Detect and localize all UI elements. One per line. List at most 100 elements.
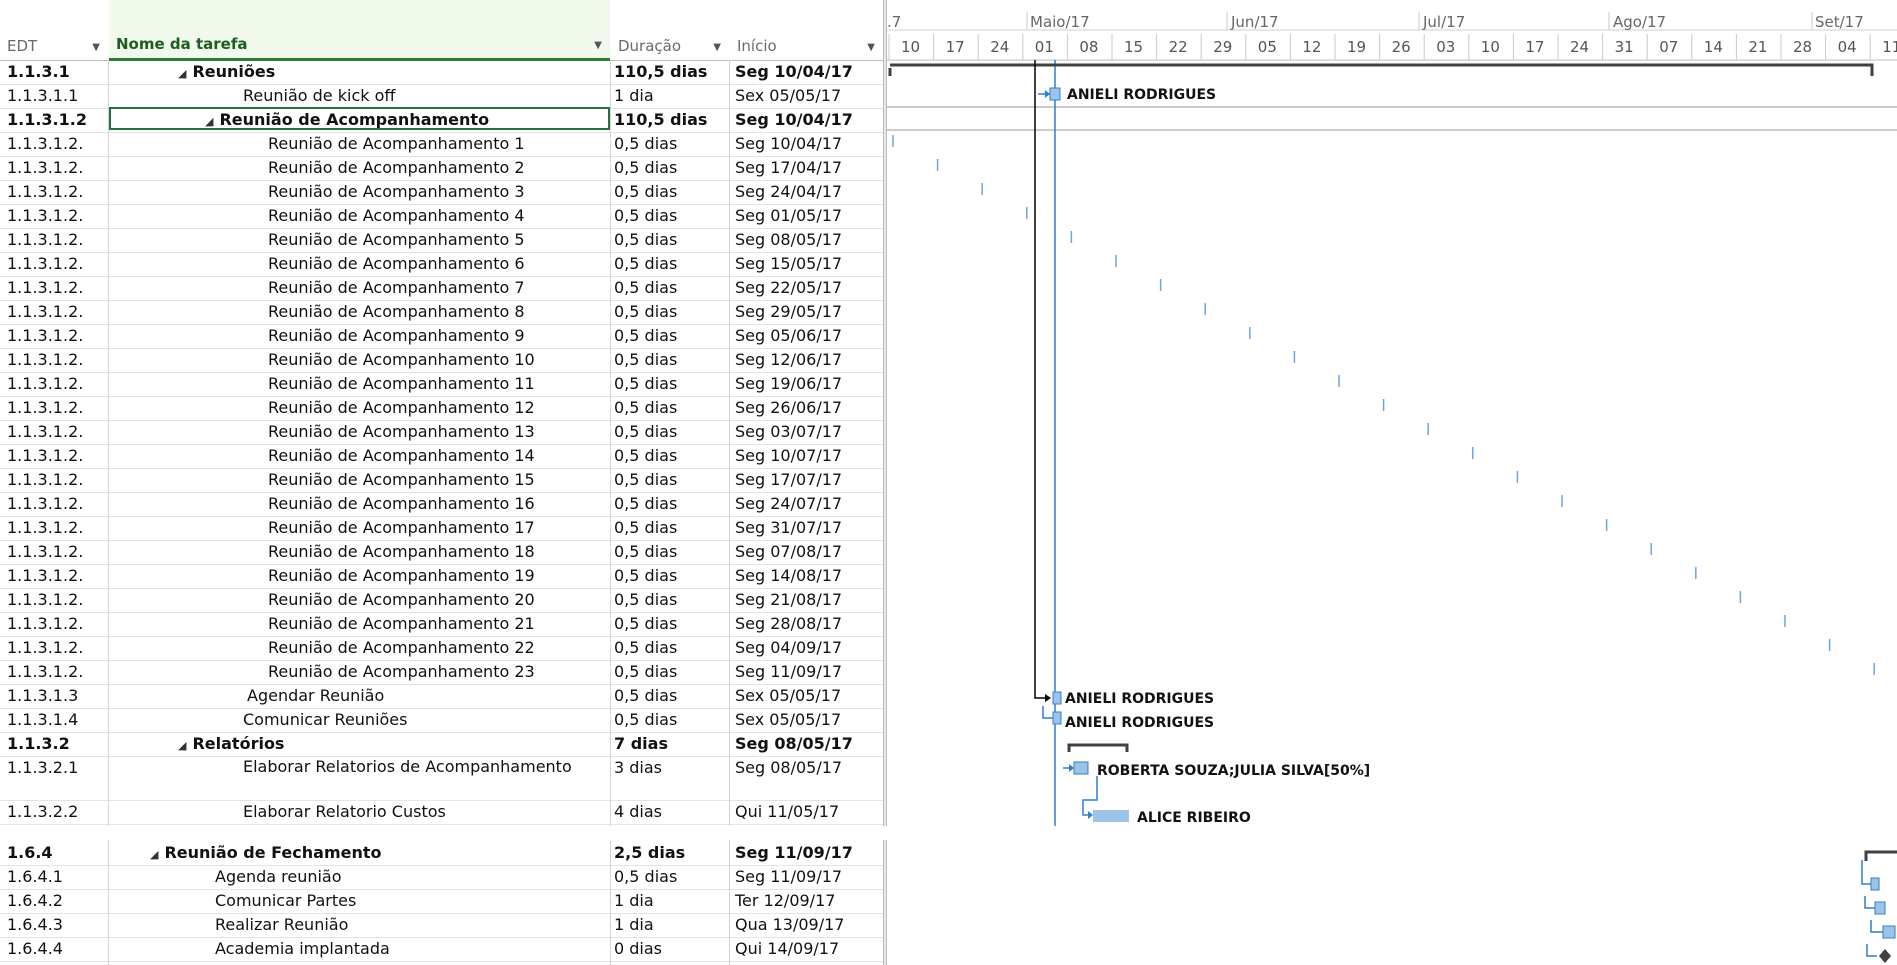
start-cell: Seg 29/05/17 [735,302,843,321]
month-label: Ago/17 [1613,13,1666,31]
edt-cell: 1.1.3.1.2. [7,518,84,537]
task-row[interactable]: 1.1.3.1.2. Reunião de Acompanhamento 20 0,… [0,588,885,613]
summary-bar-reunioes [888,63,1874,76]
duration-cell: 0,5 dias [614,206,678,225]
resource-label-agendar: ANIELI RODRIGUES [1065,691,1214,707]
task-row[interactable]: 1.1.3.1.2. Reunião de Acompanhamento 23 0,… [0,660,885,685]
column-header-nome[interactable]: Nome da tarefa ▼ [109,0,610,61]
task-row[interactable]: 1.1.3.1.3 Agendar Reunião 0,5 dias Sex 05/0… [0,684,885,709]
task-row[interactable]: 1.1.3.1.2. Reunião de Acompanhamento 18 0,… [0,540,885,565]
task-name: Reunião de Acompanhamento 21 [268,614,535,633]
task-row[interactable]: 1.6.4.3 Realizar Reunião 1 dia Qua 13/09/17 [0,913,885,938]
task-row[interactable]: 1.1.3.1.2. Reunião de Acompanhamento 16 0,… [0,492,885,517]
edt-cell: 1.1.3.1.2. [7,350,84,369]
task-row[interactable]: 1.1.3.1.2. Reunião de Acompanhamento 4 0,5… [0,204,885,229]
dropdown-arrow-icon[interactable]: ▼ [713,42,721,53]
task-row[interactable]: 1.1.3.1.2. Reunião de Acompanhamento 12 0,… [0,396,885,421]
task-row[interactable]: 1.1.3.1.2. Reunião de Acompanhamento 11 0,… [0,372,885,397]
edt-cell: 1.1.3.1.2. [7,134,84,153]
dropdown-arrow-icon[interactable]: ▼ [594,40,602,51]
edt-cell: 1.1.3.1.2. [7,398,84,417]
link-arrow [1870,920,1883,933]
edt-cell: 1.6.4.1 [7,867,63,886]
start-cell: Seg 05/06/17 [735,326,843,345]
month-label: Jul/17 [1422,13,1465,31]
dropdown-arrow-icon[interactable]: ▼ [92,42,100,53]
task-row[interactable]: 1.1.3.1 ◢ Reuniões 110,5 dias Seg 10/04/17 [0,60,885,85]
task-row[interactable]: 1.1.3.2.1 Elaborar Relatorios de Acompanh… [0,756,885,801]
duration-cell: 0,5 dias [614,302,678,321]
task-name: Academia implantada [215,939,390,958]
task-row[interactable]: 1.1.3.1.2. Reunião de Acompanhamento 8 0,5… [0,300,885,325]
start-cell: Seg 21/08/17 [735,590,843,609]
task-row[interactable]: 1.1.3.1.4 Comunicar Reuniões 0,5 dias Sex 0… [0,708,885,733]
milestone-diamond-icon [1879,949,1891,963]
task-name-cell: ◢ Reuniões [178,60,668,84]
task-row[interactable]: 1.1.3.1.2. Reunião de Acompanhamento 13 0,… [0,420,885,445]
dependency-line [1034,60,1049,699]
task-row[interactable]: 1.1.3.1.2. Reunião de Acompanhamento 14 0,… [0,444,885,469]
task-row[interactable]: 1.1.3.1.2. Reunião de Acompanhamento 22 0,… [0,636,885,661]
task-name: Reunião de Fechamento [164,843,382,862]
task-name: Realizar Reunião [215,915,349,934]
task-row[interactable]: 1.6.4.4 Academia implantada 0 dias Qui 14/0… [0,937,885,962]
edt-cell: 1.1.3.1.2. [7,158,84,177]
week-label: 08 [1079,38,1098,56]
column-header-duracao[interactable]: Duração ▼ [611,0,729,61]
task-row[interactable]: 1.1.3.1.2. Reunião de Acompanhamento 19 0,… [0,564,885,589]
column-header-edt[interactable]: EDT ▼ [0,0,108,61]
task-row[interactable]: 1.1.3.1.2. Reunião de Acompanhamento 3 0,5… [0,180,885,205]
duration-cell: 0,5 dias [614,326,678,345]
duration-cell: 0,5 dias [614,518,678,537]
duration-cell: 0,5 dias [614,350,678,369]
duration-cell: 110,5 dias [614,110,708,129]
task-row[interactable]: 1.1.3.2.2 Elaborar Relatorio Custos 4 dias… [0,800,885,825]
collapse-triangle-icon[interactable]: ◢ [150,843,158,865]
selected-cell[interactable] [109,107,610,130]
gantt-svg: .7 Maio/17 Jun/17 Jul/17 Ago/17 Set/17 10 17 24 0… [887,12,1897,963]
edt-cell: 1.6.4 [7,843,53,862]
task-name-cell: ◢ Relatórios [178,732,668,756]
task-row[interactable]: 1.1.3.1.2. Reunião de Acompanhamento 7 0,5… [0,276,885,301]
start-cell: Seg 10/04/17 [735,62,853,81]
duration-cell: 0,5 dias [614,662,678,681]
task-row[interactable]: 1.1.3.2 ◢ Relatórios 7 dias Seg 08/05/17 [0,732,885,757]
task-row[interactable]: 1.1.3.1.2. Reunião de Acompanhamento 17 0,… [0,516,885,541]
edt-cell: 1.1.3.1.2. [7,254,84,273]
task-row[interactable]: 1.1.3.1.2. Reunião de Acompanhamento 2 0,5… [0,156,885,181]
edt-cell: 1.1.3.1.2. [7,374,84,393]
task-row[interactable]: 1.1.3.1.2. Reunião de Acompanhamento 15 0,… [0,468,885,493]
task-row[interactable]: 1.6.4.1 Agenda reunião 0,5 dias Seg 11/09/1… [0,865,885,890]
collapse-triangle-icon[interactable]: ◢ [178,734,186,756]
task-row[interactable]: 1.1.3.1.2. Reunião de Acompanhamento 5 0,5… [0,228,885,253]
task-row[interactable]: 1.1.3.1.2. Reunião de Acompanhamento 6 0,5… [0,252,885,277]
start-cell: Seg 01/05/17 [735,206,843,225]
link-arrow [1861,860,1871,885]
task-row[interactable]: 1.1.3.1.2. Reunião de Acompanhamento 10 0,… [0,348,885,373]
column-header-inicio[interactable]: Início ▼ [730,0,883,61]
duration-cell: 7 dias [614,734,668,753]
dropdown-arrow-icon[interactable]: ▼ [867,42,875,53]
summary-bar-relatorios [1067,743,1129,752]
collapse-triangle-icon[interactable]: ◢ [178,62,186,84]
task-row[interactable]: 1.6.4.2 Comunicar Partes 1 dia Ter 12/09/17 [0,889,885,914]
start-cell: Seg 17/04/17 [735,158,843,177]
edt-cell: 1.1.3.1.2. [7,566,84,585]
task-row[interactable]: 1.1.3.1.2. Reunião de Acompanhamento 9 0,5… [0,324,885,349]
task-name: Reunião de Acompanhamento 15 [268,470,535,489]
task-row[interactable]: 1.6.4 ◢ Reunião de Fechamento 2,5 dias Seg 1… [0,841,885,866]
edt-cell: 1.1.3.1.2. [7,494,84,513]
duration-cell: 0,5 dias [614,542,678,561]
task-row[interactable]: 1.1.3.1.1 Reunião de kick off 1 dia Sex 05/… [0,84,885,109]
start-cell: Seg 08/05/17 [735,734,853,753]
resource-label-relatorios: ROBERTA SOUZA;JULIA SILVA[50%] [1097,763,1370,779]
duration-cell: 0,5 dias [614,158,678,177]
task-name: Reunião de Acompanhamento 3 [268,182,525,201]
task-name-cell: ◢ Reunião de Fechamento [150,841,640,865]
task-name: Reunião de Acompanhamento 8 [268,302,525,321]
task-name: Reunião de Acompanhamento 11 [268,374,535,393]
task-row[interactable]: 1.1.3.1.2. Reunião de Acompanhamento 21 0,… [0,612,885,637]
link-arrow [1082,776,1098,816]
task-row[interactable]: 1.1.3.1.2. Reunião de Acompanhamento 1 0,5… [0,132,885,157]
edt-cell: 1.1.3.1.2. [7,662,84,681]
